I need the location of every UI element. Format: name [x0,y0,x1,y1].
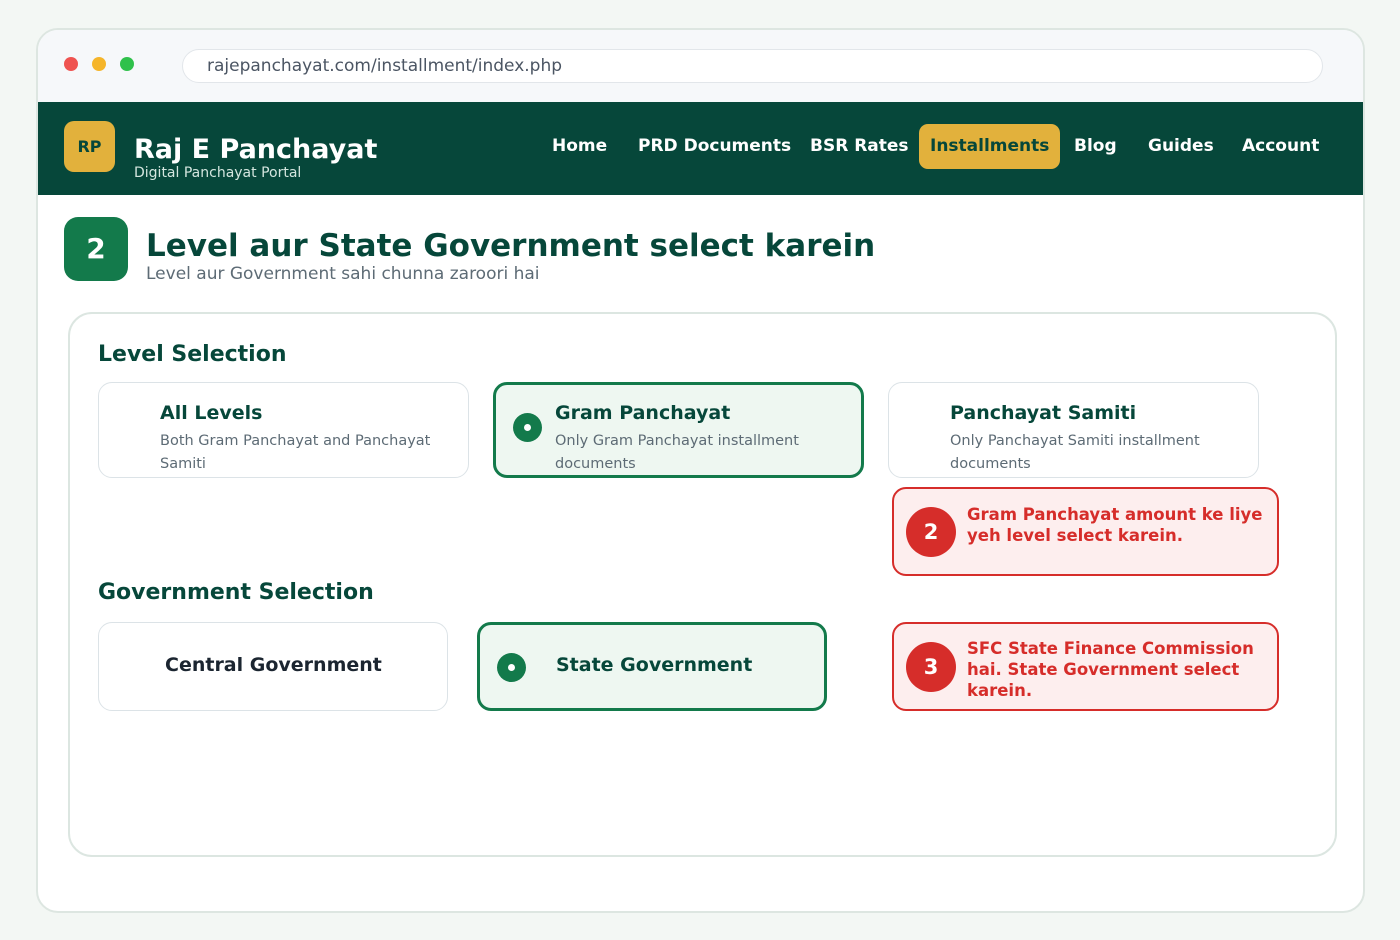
level-option-title: Gram Panchayat [555,402,731,424]
government-selection-heading: Government Selection [98,580,374,605]
nav-prd-documents[interactable]: PRD Documents [627,124,802,169]
nav-installments[interactable]: Installments [919,124,1061,169]
callout-number: 3 [906,642,956,692]
level-option-description: Both Gram Panchayat and Panchayat Samiti [160,433,431,472]
level-option-description: Only Panchayat Samiti installment docume… [950,433,1200,472]
level-option-title: Panchayat Samiti [950,402,1137,424]
callout-text: SFC State Finance Commission hai. State … [967,639,1254,700]
radio-selected-icon [513,413,542,442]
government-option-state[interactable]: State Government [477,622,827,711]
selection-panel: Level Selection All Levels Both Gram Pan… [68,312,1337,857]
close-window-icon[interactable] [64,57,78,71]
nav-guides[interactable]: Guides [1137,124,1225,169]
level-option-panchayat-samiti[interactable]: Panchayat Samiti Only Panchayat Samiti i… [888,382,1259,478]
address-bar[interactable]: rajepanchayat.com/installment/index.php [182,49,1323,83]
government-option-title: State Government [556,654,753,676]
nav-home[interactable]: Home [541,124,618,169]
government-option-title: Central Government [165,654,382,676]
maximize-window-icon[interactable] [120,57,134,71]
step-title: Level aur State Government select karein [146,228,876,264]
level-option-gram-panchayat[interactable]: Gram Panchayat Only Gram Panchayat insta… [493,382,864,478]
browser-window: rajepanchayat.com/installment/index.php … [36,28,1365,913]
callout-government-hint: 3 SFC State Finance Commission hai. Stat… [892,622,1279,711]
step-number-badge: 2 [64,217,128,281]
government-option-central[interactable]: Central Government [98,622,448,711]
callout-level-hint: 2 Gram Panchayat amount ke liye yeh leve… [892,487,1279,576]
level-option-all-levels[interactable]: All Levels Both Gram Panchayat and Panch… [98,382,469,478]
site-logo[interactable]: RP [64,121,115,172]
level-option-description: Only Gram Panchayat installment document… [555,433,799,472]
brand-title[interactable]: Raj E Panchayat [134,134,377,165]
level-selection-heading: Level Selection [98,342,287,367]
step-subtitle: Level aur Government sahi chunna zaroori… [146,264,540,284]
minimize-window-icon[interactable] [92,57,106,71]
nav-bsr-rates[interactable]: BSR Rates [799,124,920,169]
nav-blog[interactable]: Blog [1063,124,1128,169]
browser-titlebar: rajepanchayat.com/installment/index.php [38,30,1363,102]
callout-text: Gram Panchayat amount ke liye yeh level … [967,505,1263,545]
callout-number: 2 [906,507,956,557]
site-navbar: RP Raj E Panchayat Digital Panchayat Por… [38,102,1363,195]
nav-account[interactable]: Account [1231,124,1330,169]
brand-subtitle: Digital Panchayat Portal [134,165,302,181]
radio-selected-icon [497,653,526,682]
level-option-title: All Levels [160,402,263,424]
